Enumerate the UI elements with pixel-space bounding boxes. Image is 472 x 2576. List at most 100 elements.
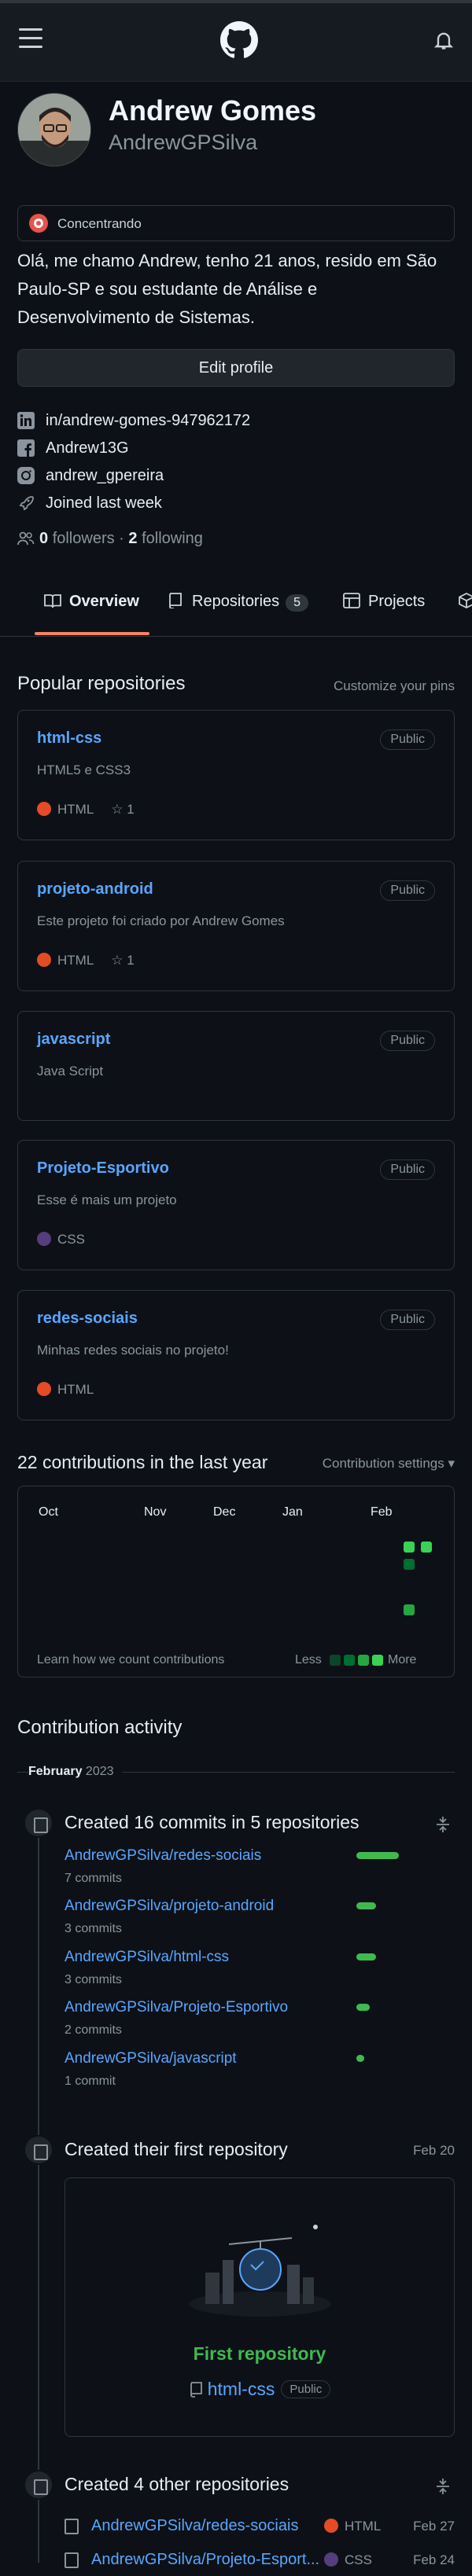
activity-month: February 2023 (28, 1765, 122, 1779)
instagram-icon (17, 467, 35, 484)
repo-card-html-css: html-css Public HTML5 e CSS3 HTML ☆ 1 (17, 710, 455, 840)
edit-profile-button[interactable]: Edit profile (17, 349, 455, 387)
status-text: Concentrando (57, 216, 142, 231)
repo-link[interactable]: javascript (37, 1031, 110, 1049)
repo-icon (65, 2519, 79, 2534)
contribution-cell[interactable] (404, 1542, 415, 1553)
profile-name: Andrew Gomes (109, 94, 317, 127)
language-label: CSS (57, 1232, 85, 1247)
customize-pins-link[interactable]: Customize your pins (334, 678, 455, 694)
contribution-cell[interactable] (404, 1604, 415, 1615)
header (0, 0, 472, 82)
timeline-line (38, 1808, 39, 2563)
following-link[interactable]: 2 following (128, 530, 203, 547)
following-label: following (142, 530, 203, 547)
star-icon: ☆ (111, 953, 124, 968)
repo-link[interactable]: projeto-android (37, 880, 153, 898)
commits-summary[interactable]: Created 16 commits in 5 repositories (65, 1812, 360, 1833)
language-label: CSS (345, 2552, 372, 2567)
month-label: Nov (144, 1505, 167, 1519)
commit-repo-link[interactable]: AndrewGPSilva/redes-sociais (65, 1847, 261, 1865)
stars-count: 1 (127, 953, 135, 968)
other-repo-link[interactable]: AndrewGPSilva/redes-sociais (91, 2517, 298, 2535)
repo-language: CSS (324, 2552, 372, 2568)
commit-count[interactable]: 2 commits (65, 2023, 122, 2038)
language-label: HTML (57, 953, 94, 968)
language-color-dot (37, 802, 51, 816)
tab-projects[interactable]: Projects (343, 593, 425, 611)
repo-created-icon (24, 2470, 53, 2500)
repo-link[interactable]: Projeto-Esportivo (37, 1159, 169, 1178)
commit-repo-link[interactable]: AndrewGPSilva/html-css (65, 1949, 229, 1966)
other-repo-date: Feb 27 (413, 2519, 455, 2534)
month-label: Jan (282, 1505, 303, 1519)
commit-count[interactable]: 7 commits (65, 1872, 122, 1886)
contribution-settings-button[interactable]: Contribution settings ▾ (323, 1456, 455, 1472)
commit-repo-link[interactable]: AndrewGPSilva/javascript (65, 2050, 237, 2067)
repo-card-projeto-android: projeto-android Public Este projeto foi … (17, 861, 455, 991)
learn-contributions-link[interactable]: Learn how we count contributions (37, 1653, 224, 1667)
first-repo-illustration (190, 2225, 331, 2317)
stars-link[interactable]: ☆ 1 (111, 802, 134, 818)
tab-packages[interactable] (458, 593, 472, 611)
commit-bar (356, 1852, 399, 1859)
profile-tabs: Overview Repositories 5 Projects (0, 572, 472, 637)
month-label: Feb (371, 1505, 393, 1519)
commit-bar (356, 1902, 376, 1909)
github-logo-icon[interactable] (220, 21, 258, 59)
popular-title: Popular repositories (17, 673, 186, 694)
profile-login: AndrewGPSilva (109, 130, 258, 154)
linkedin-icon (17, 412, 35, 429)
repo-description: Minhas redes sociais no projeto! (37, 1343, 229, 1358)
repo-meta: HTML (37, 1382, 94, 1398)
commit-bar (356, 1953, 376, 1960)
tab-repositories[interactable]: Repositories 5 (167, 593, 309, 612)
repo-card-javascript: javascript Public Java Script (17, 1011, 455, 1121)
avatar[interactable] (17, 93, 91, 167)
commit-count[interactable]: 3 commits (65, 1922, 122, 1936)
tab-overview[interactable]: Overview (44, 593, 139, 611)
bell-icon[interactable] (433, 28, 455, 52)
repo-link[interactable]: redes-sociais (37, 1310, 138, 1328)
first-repo-date: Feb 20 (413, 2143, 455, 2158)
commit-count[interactable]: 1 commit (65, 2074, 116, 2089)
language-color-dot (37, 1232, 51, 1246)
repo-created-icon (24, 2135, 53, 2165)
top-strip (0, 0, 472, 3)
language-label: HTML (57, 1382, 94, 1397)
repo-link[interactable]: html-css (37, 729, 101, 748)
tab-overview-label: Overview (69, 593, 139, 610)
repo-meta: HTML ☆ 1 (37, 802, 135, 818)
legend-cell (358, 1655, 369, 1666)
commit-repo-link[interactable]: AndrewGPSilva/projeto-android (65, 1898, 274, 1915)
hamburger-menu-icon[interactable] (19, 28, 42, 52)
stars-link[interactable]: ☆ 1 (111, 953, 134, 968)
language-color-dot (324, 2552, 338, 2567)
language-label: HTML (57, 802, 94, 817)
other-repo-link[interactable]: AndrewGPSilva/Projeto-Esport... (91, 2551, 319, 2569)
activity-year: 2023 (85, 1765, 114, 1778)
repo-description: HTML5 e CSS3 (37, 763, 131, 777)
contribution-cell[interactable] (404, 1559, 415, 1570)
legend-cell (344, 1655, 355, 1666)
repo-card-projeto-esportivo: Projeto-Esportivo Public Esse é mais um … (17, 1140, 455, 1270)
repo-description: Este projeto foi criado por Andrew Gomes (37, 913, 285, 928)
repositories-counter: 5 (286, 594, 309, 612)
commit-count[interactable]: 3 commits (65, 1973, 122, 1987)
follow-separator: · (119, 530, 124, 547)
fold-icon[interactable] (436, 1816, 450, 1833)
commit-repo-link[interactable]: AndrewGPSilva/Projeto-Esportivo (65, 1999, 288, 2016)
status-button[interactable]: Concentrando (17, 205, 455, 241)
contribution-cell[interactable] (421, 1542, 432, 1553)
language-color-dot (37, 953, 51, 967)
first-repo-link[interactable]: html-css (208, 2379, 275, 2399)
visibility-badge: Public (281, 2380, 331, 2398)
table-icon (343, 593, 360, 608)
target-icon (29, 214, 48, 233)
star-icon: ☆ (111, 802, 124, 817)
rocket-icon (19, 496, 34, 511)
followers-link[interactable]: 0 followers (39, 530, 115, 547)
repo-icon (65, 2552, 79, 2568)
other-repos-title[interactable]: Created 4 other repositories (65, 2474, 289, 2495)
fold-icon[interactable] (436, 2478, 450, 2495)
